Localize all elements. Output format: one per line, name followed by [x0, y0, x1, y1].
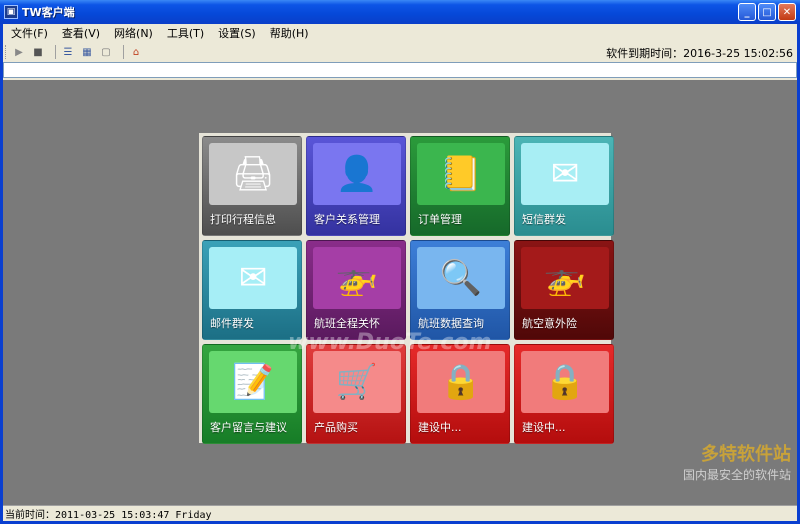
tile-label: 建设中...	[418, 421, 462, 434]
watermark-sub: 国内最安全的软件站	[682, 468, 791, 482]
window-title: TW客户端	[22, 6, 75, 19]
home-refresh-icon[interactable]: ⌂	[129, 45, 143, 59]
tile-label: 建设中...	[522, 421, 566, 434]
tile-under-construction[interactable]: 🔒 建设中...	[514, 344, 614, 444]
tile-air-insurance[interactable]: 🚁 航空意外险	[514, 240, 614, 340]
menu-file[interactable]: 文件(F)	[11, 25, 48, 41]
list-icon[interactable]: ☰	[61, 45, 75, 59]
main-panel: 🖨 打印行程信息 👤 客户关系管理 📒 订单管理 ✉ 短信群发 ✉ 邮件群发 🚁…	[3, 80, 797, 505]
tile-label: 打印行程信息	[210, 213, 276, 226]
blank-page-icon[interactable]: ▢	[99, 45, 113, 59]
shopping-cart-icon: 🛒	[313, 351, 401, 413]
watermark: 多特软件站 国内最安全的软件站	[683, 440, 791, 483]
printer-icon: 🖨	[209, 143, 297, 205]
toolbar-separator	[55, 45, 56, 59]
status-bar: 当前时间：2011-03-25 15:03:47 Friday	[3, 505, 797, 521]
tile-label: 邮件群发	[210, 317, 254, 330]
tile-sms[interactable]: ✉ 短信群发	[514, 136, 614, 236]
address-input[interactable]	[3, 62, 797, 78]
tile-label: 航空意外险	[522, 317, 577, 330]
globe-magnifier-icon: 🔍	[417, 247, 505, 309]
stop-icon[interactable]: ■	[31, 45, 45, 59]
tile-flight-query[interactable]: 🔍 航班数据查询	[410, 240, 510, 340]
app-window: ▣ TW客户端 _ □ ✕ 文件(F) 查看(V) 网络(N) 工具(T) 设置…	[0, 0, 800, 524]
close-button[interactable]: ✕	[778, 3, 796, 21]
tile-label: 客户留言与建议	[210, 421, 287, 434]
watermark-main: 多特软件站	[701, 444, 791, 465]
menu-network[interactable]: 网络(N)	[114, 25, 153, 41]
app-icon: ▣	[4, 5, 18, 19]
tile-email[interactable]: ✉ 邮件群发	[202, 240, 302, 340]
client-area: 文件(F) 查看(V) 网络(N) 工具(T) 设置(S) 帮助(H) ▶ ■ …	[3, 24, 797, 521]
tile-label: 航班数据查询	[418, 317, 484, 330]
play-icon[interactable]: ▶	[12, 45, 26, 59]
function-tile-grid: 🖨 打印行程信息 👤 客户关系管理 📒 订单管理 ✉ 短信群发 ✉ 邮件群发 🚁…	[199, 133, 614, 444]
document-pen-icon: 📝	[209, 351, 297, 413]
lock-icon: 🔒	[521, 351, 609, 413]
expire-time: 软件到期时间：2016-3-25 15:02:56	[606, 47, 793, 60]
tile-label: 订单管理	[418, 213, 462, 226]
center-watermark: www.DuoTe.com	[288, 330, 492, 355]
tile-print-itinerary[interactable]: 🖨 打印行程信息	[202, 136, 302, 236]
tile-label: 航班全程关怀	[314, 317, 380, 330]
status-time: 当前时间：2011-03-25 15:03:47 Friday	[5, 510, 212, 521]
tile-orders[interactable]: 📒 订单管理	[410, 136, 510, 236]
tile-label: 产品购买	[314, 421, 358, 434]
tile-feedback[interactable]: 📝 客户留言与建议	[202, 344, 302, 444]
menu-help[interactable]: 帮助(H)	[270, 25, 309, 41]
grid-icon[interactable]: ▦	[80, 45, 94, 59]
tile-purchase[interactable]: 🛒 产品购买	[306, 344, 406, 444]
lock-icon: 🔒	[417, 351, 505, 413]
menu-tools[interactable]: 工具(T)	[167, 25, 204, 41]
helicopter-icon: 🚁	[521, 247, 609, 309]
tile-crm[interactable]: 👤 客户关系管理	[306, 136, 406, 236]
toolbar-grip[interactable]	[5, 45, 8, 59]
envelope-icon: ✉	[209, 247, 297, 309]
tile-under-construction[interactable]: 🔒 建设中...	[410, 344, 510, 444]
window-controls: _ □ ✕	[738, 3, 796, 21]
helicopter-icon: 🚁	[313, 247, 401, 309]
maximize-button[interactable]: □	[758, 3, 776, 21]
notebook-icon: 📒	[417, 143, 505, 205]
menu-settings[interactable]: 设置(S)	[218, 25, 256, 41]
tile-label: 短信群发	[522, 213, 566, 226]
tile-label: 客户关系管理	[314, 213, 380, 226]
menu-view[interactable]: 查看(V)	[62, 25, 100, 41]
menu-bar: 文件(F) 查看(V) 网络(N) 工具(T) 设置(S) 帮助(H)	[3, 24, 797, 42]
toolbar: ▶ ■ ☰ ▦ ▢ ⌂ 软件到期时间：2016-3-25 15:02:56	[3, 42, 797, 62]
tile-flight-care[interactable]: 🚁 航班全程关怀	[306, 240, 406, 340]
title-bar[interactable]: ▣ TW客户端 _ □ ✕	[0, 0, 800, 24]
envelope-icon: ✉	[521, 143, 609, 205]
minimize-button[interactable]: _	[738, 3, 756, 21]
toolbar-separator	[123, 45, 124, 59]
businessman-icon: 👤	[313, 143, 401, 205]
